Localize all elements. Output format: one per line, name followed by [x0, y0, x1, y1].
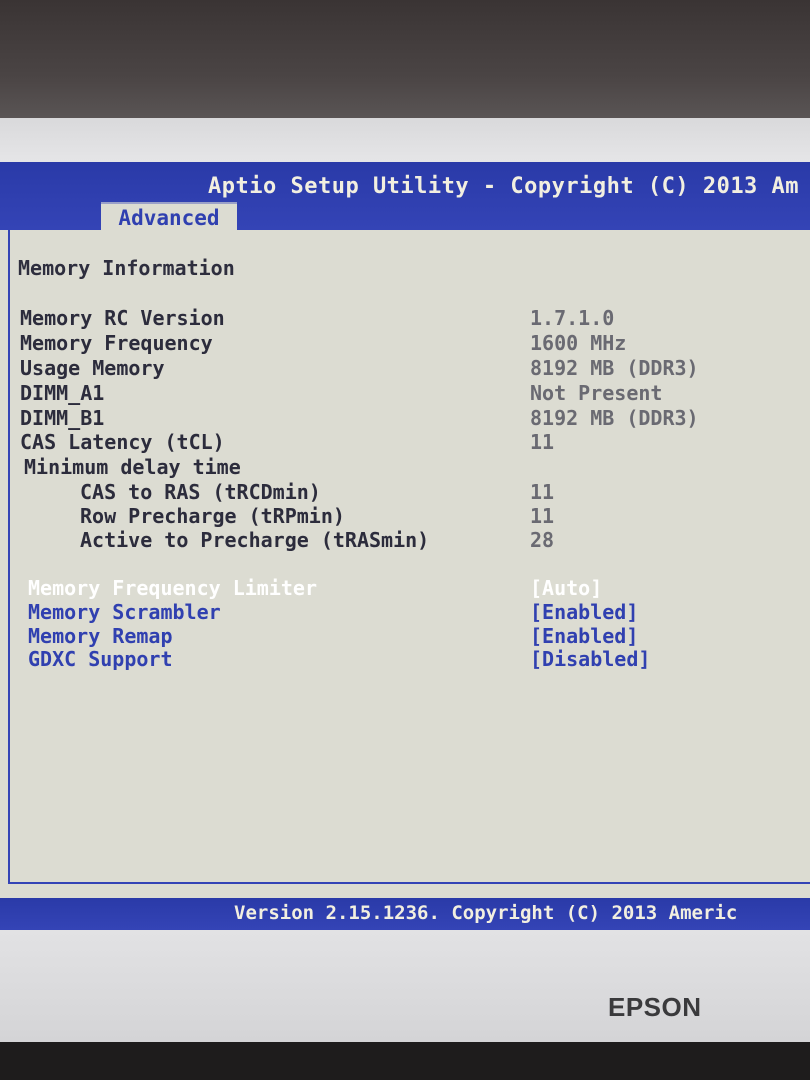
info-row-minimum-delay: Minimum delay time	[0, 455, 810, 480]
info-row-trpmin: Row Precharge (tRPmin) 11	[0, 504, 810, 529]
info-label: Memory RC Version	[20, 306, 225, 330]
option-value[interactable]: [Auto]	[530, 576, 602, 600]
background-wall	[0, 0, 810, 125]
tab-advanced[interactable]: Advanced	[101, 202, 237, 232]
info-row-trasmin: Active to Precharge (tRASmin) 28	[0, 528, 810, 553]
info-value: 11	[530, 480, 555, 504]
option-value[interactable]: [Enabled]	[530, 600, 638, 624]
monitor-brand-logo: EPSON	[608, 992, 702, 1022]
monitor-bezel-top	[0, 118, 810, 168]
info-label: CAS to RAS (tRCDmin)	[80, 480, 321, 504]
option-gdxc-support[interactable]: GDXC Support [Disabled]	[0, 647, 810, 672]
info-row-dimm-b1: DIMM_B1 8192 MB (DDR3)	[0, 406, 810, 431]
option-memory-frequency-limiter[interactable]: Memory Frequency Limiter [Auto]	[0, 576, 810, 601]
info-row-usage-memory: Usage Memory 8192 MB (DDR3)	[0, 356, 810, 381]
info-row-frequency: Memory Frequency 1600 MHz	[0, 331, 810, 356]
title-text: Aptio Setup Utility - Copyright (C) 2013…	[208, 174, 800, 199]
option-value[interactable]: [Enabled]	[530, 624, 638, 648]
option-label[interactable]: Memory Remap	[28, 624, 173, 648]
footer-bar: Version 2.15.1236. Copyright (C) 2013 Am…	[0, 898, 810, 930]
info-label: Memory Frequency	[20, 331, 213, 355]
option-label[interactable]: GDXC Support	[28, 647, 173, 671]
info-value: 1.7.1.0	[530, 306, 615, 330]
option-label[interactable]: Memory Scrambler	[28, 600, 221, 624]
info-row-trcdmin: CAS to RAS (tRCDmin) 11	[0, 480, 810, 505]
desk-background	[0, 1042, 810, 1080]
info-row-dimm-a1: DIMM_A1 Not Present	[0, 381, 810, 406]
info-value: Not Present	[530, 381, 663, 405]
info-value: 11	[530, 504, 555, 528]
info-value: 11	[530, 430, 555, 454]
info-value: 8192 MB (DDR3)	[530, 356, 699, 380]
info-label: Row Precharge (tRPmin)	[80, 504, 345, 528]
info-value: 1600 MHz	[530, 331, 627, 355]
option-value[interactable]: [Disabled]	[530, 647, 650, 671]
info-value: 8192 MB (DDR3)	[530, 406, 699, 430]
info-label: Active to Precharge (tRASmin)	[80, 528, 430, 552]
info-row-rc-version: Memory RC Version 1.7.1.0	[0, 306, 810, 331]
info-label: DIMM_A1	[20, 381, 105, 405]
info-label: DIMM_B1	[20, 406, 105, 430]
info-value: 28	[530, 528, 555, 552]
section-title: Memory Information	[18, 256, 235, 280]
info-label: Usage Memory	[20, 356, 165, 380]
option-memory-scrambler[interactable]: Memory Scrambler [Enabled]	[0, 600, 810, 625]
info-label: Minimum delay time	[24, 455, 241, 479]
info-label: CAS Latency (tCL)	[20, 430, 225, 454]
bios-screen: Aptio Setup Utility - Copyright (C) 2013…	[0, 162, 810, 930]
monitor-bezel-bottom: EPSON	[0, 930, 810, 1042]
option-memory-remap[interactable]: Memory Remap [Enabled]	[0, 624, 810, 649]
footer-text: Version 2.15.1236. Copyright (C) 2013 Am…	[234, 902, 738, 924]
title-bar: Aptio Setup Utility - Copyright (C) 2013…	[0, 162, 810, 232]
option-label[interactable]: Memory Frequency Limiter	[28, 576, 317, 600]
info-row-cas-latency: CAS Latency (tCL) 11	[0, 430, 810, 455]
